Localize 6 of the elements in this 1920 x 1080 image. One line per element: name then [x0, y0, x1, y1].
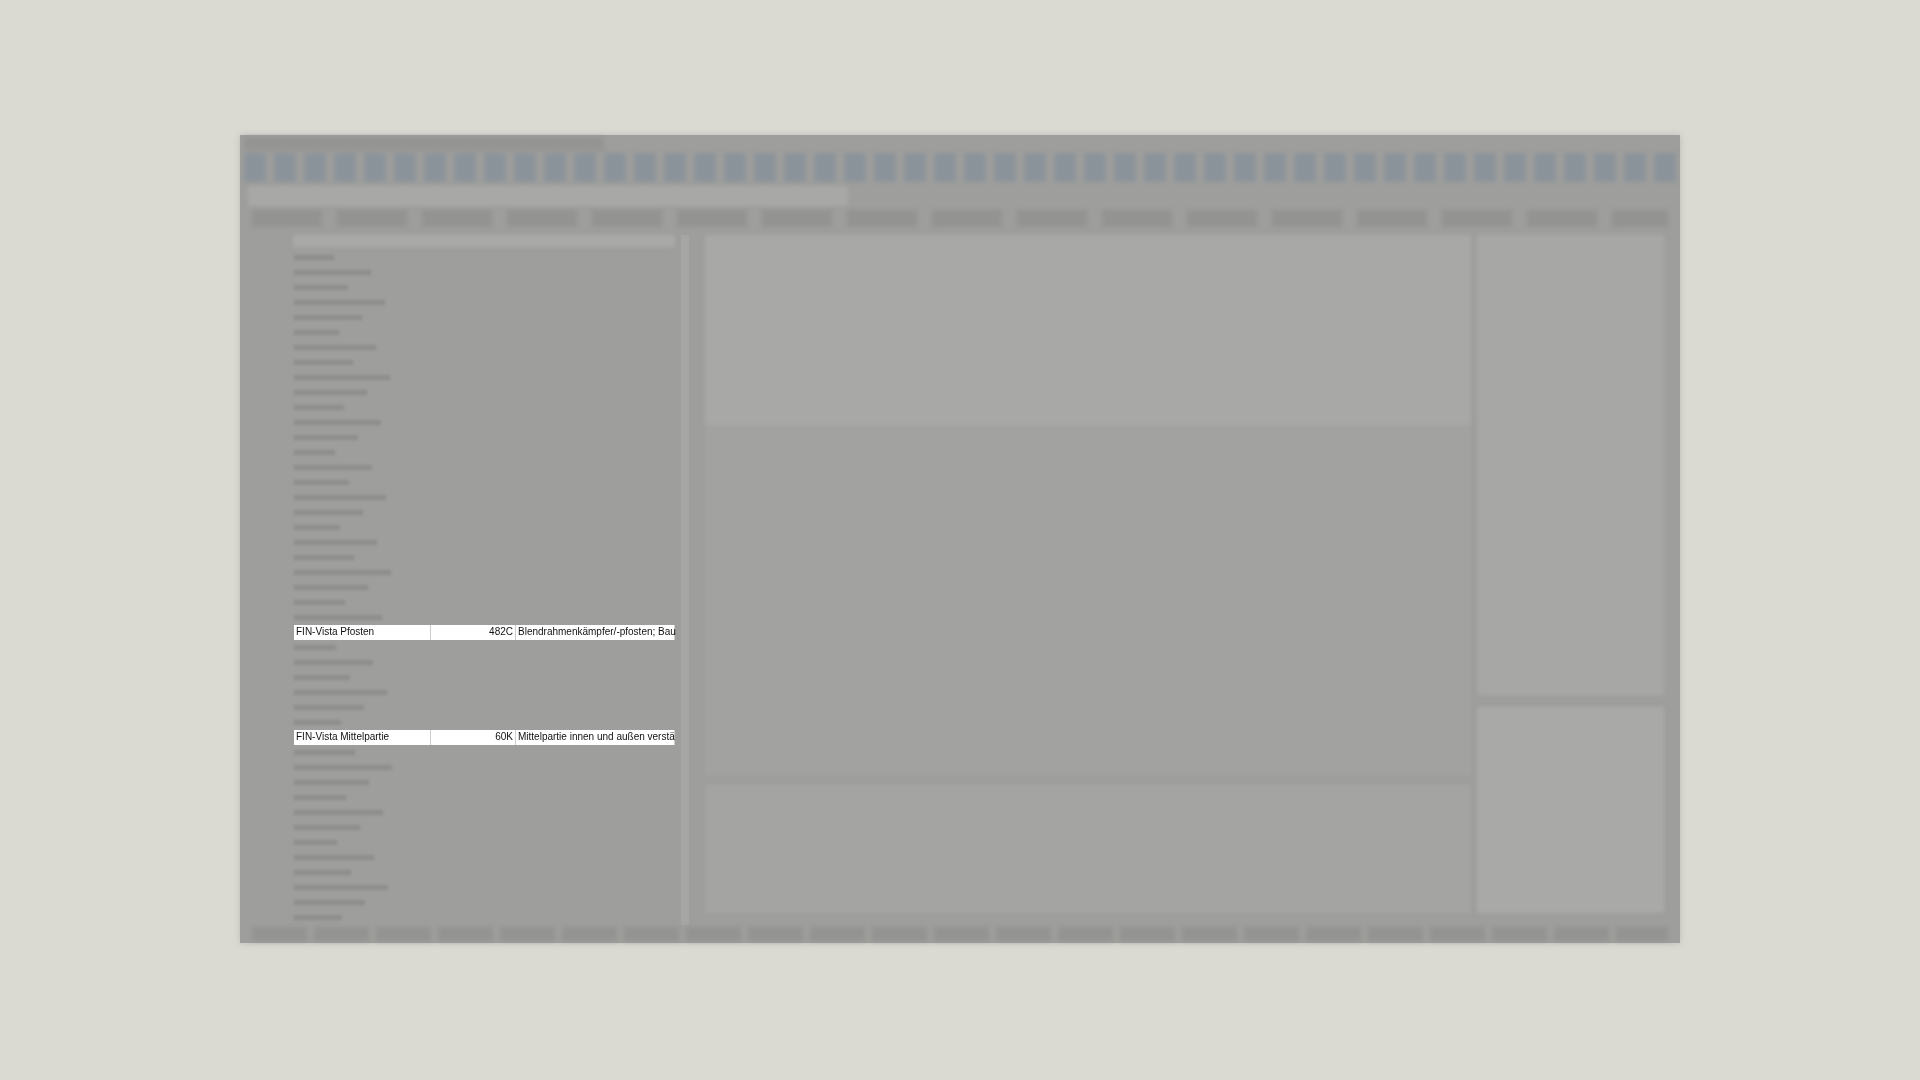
attribute-cell: FIN-Vista Mittelpartie [294, 730, 431, 746]
attribute-cell: FIN-Vista Pfosten [294, 625, 431, 641]
value-cell: 60K [431, 730, 516, 746]
description-cell: Blendrahmenkämpfer/-pfosten; Bau [516, 625, 675, 641]
description-cell: Mittelpartie innen und außen verstä [516, 730, 675, 746]
value-cell: 482C [431, 625, 516, 641]
